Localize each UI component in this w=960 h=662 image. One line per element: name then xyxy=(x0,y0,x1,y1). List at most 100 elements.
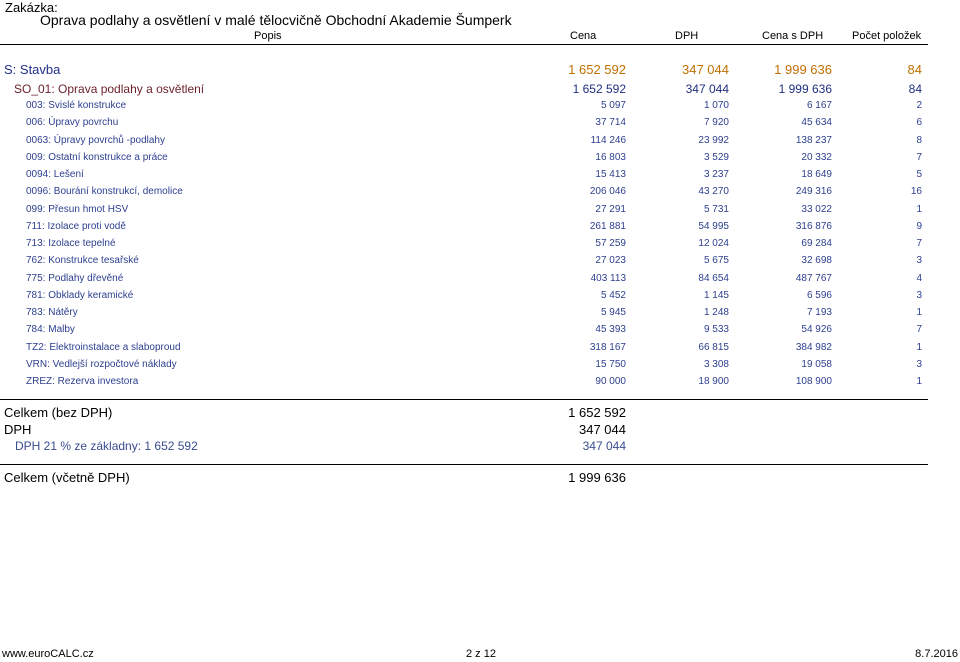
item-pocet: 5 xyxy=(916,169,922,180)
item-cena: 206 046 xyxy=(589,186,626,198)
item-cena-s-dph: 316 876 xyxy=(795,220,832,232)
item-row: 783: Nátěry 5 945 1 248 7 193 1 xyxy=(0,307,928,324)
item-cena: 27 023 xyxy=(595,255,626,267)
so-cena-s-dph: 1 999 636 xyxy=(778,82,832,96)
item-dph: 7 920 xyxy=(703,117,729,129)
column-header-cena: Cena xyxy=(570,30,597,42)
item-row: 775: Podlahy dřevěné 403 113 84 654 487 767… xyxy=(0,273,928,290)
item-cena-s-dph: 20 332 xyxy=(801,151,832,163)
item-cena-s-dph: 45 634 xyxy=(801,117,832,129)
item-cena-s-dph: 138 237 xyxy=(795,134,832,146)
item-row: 0063: Úpravy povrchů -podlahy 114 246 23 9… xyxy=(0,135,928,152)
item-name: VRN: Vedlejší rozpočtové náklady xyxy=(26,358,177,370)
summary-divider xyxy=(0,399,928,400)
item-cena: 261 881 xyxy=(589,220,626,232)
item-dph: 5 731 xyxy=(703,203,729,215)
item-dph: 5 675 xyxy=(703,255,729,267)
so-name: SO_01: Oprava podlahy a osvětlení xyxy=(14,82,205,96)
so-row: SO_01: Oprava podlahy a osvětlení 1 652 … xyxy=(0,82,928,99)
item-cena-s-dph: 54 926 xyxy=(801,324,832,336)
so-dph: 347 044 xyxy=(685,82,729,96)
column-header-dph: DPH xyxy=(675,30,699,42)
item-pocet: 9 xyxy=(916,220,922,232)
item-row: 0094: Lešení 15 413 3 237 18 649 5 xyxy=(0,169,928,186)
item-name: 711: Izolace proti vodě xyxy=(26,220,126,232)
celkem-bez-dph-value: 1 652 592 xyxy=(568,405,626,420)
item-name: 762: Konstrukce tesařské xyxy=(26,255,139,267)
item-pocet: 3 xyxy=(916,289,922,301)
item-cena-s-dph: 33 022 xyxy=(801,203,832,215)
item-name: 006: Úpravy povrchu xyxy=(26,117,119,129)
item-pocet: 7 xyxy=(916,324,922,336)
item-dph: 84 654 xyxy=(698,272,729,284)
item-cena: 45 393 xyxy=(595,324,626,336)
item-name: ZREZ: Rezerva investora xyxy=(26,376,139,387)
stavba-name: S: Stavba xyxy=(4,62,61,77)
item-cena-s-dph: 18 649 xyxy=(801,169,832,180)
item-row: 006: Úpravy povrchu 37 714 7 920 45 634 6 xyxy=(0,117,928,134)
footer-site: www.euroCALC.cz xyxy=(2,648,94,660)
celkem-bez-dph-label: Celkem (bez DPH) xyxy=(4,405,113,420)
footer-date: 8.7.2016 xyxy=(915,648,958,660)
so-pocet: 84 xyxy=(908,82,922,96)
item-dph: 54 995 xyxy=(698,220,729,232)
item-row: 009: Ostatní konstrukce a práce 16 803 3 5… xyxy=(0,152,928,169)
item-dph: 3 529 xyxy=(703,151,729,163)
item-pocet: 1 xyxy=(916,203,922,215)
column-header-cena-s-dph: Cena s DPH xyxy=(762,30,824,42)
item-row: ZREZ: Rezerva investora 90 000 18 900 108 9… xyxy=(0,376,928,393)
item-row: TZ2: Elektroinstalace a slaboproud 318 16… xyxy=(0,342,928,359)
item-dph: 1 070 xyxy=(703,100,729,111)
item-cena: 37 714 xyxy=(595,117,626,129)
item-pocet: 3 xyxy=(916,358,922,370)
item-name: 784: Malby xyxy=(26,324,75,336)
item-cena-s-dph: 108 900 xyxy=(795,376,832,387)
item-cena: 15 750 xyxy=(595,358,626,370)
item-dph: 9 533 xyxy=(703,324,729,336)
item-pocet: 3 xyxy=(916,255,922,267)
item-row: 003: Svislé konstrukce 5 097 1 070 6 167 2 xyxy=(0,100,928,117)
stavba-pocet: 84 xyxy=(907,62,922,77)
document-title: Oprava podlahy a osvětlení v malé tělocv… xyxy=(40,12,512,28)
item-dph: 1 145 xyxy=(703,289,729,301)
item-pocet: 7 xyxy=(916,151,922,163)
celkem-vcetne-dph-value: 1 999 636 xyxy=(568,470,626,485)
item-cena-s-dph: 487 767 xyxy=(795,272,832,284)
stavba-cena-s-dph: 1 999 636 xyxy=(774,62,832,77)
item-name: TZ2: Elektroinstalace a slaboproud xyxy=(26,341,181,353)
item-pocet: 7 xyxy=(916,238,922,249)
item-cena-s-dph: 7 193 xyxy=(806,307,832,318)
celkem-vcetne-dph-label: Celkem (včetně DPH) xyxy=(4,470,130,485)
item-cena: 90 000 xyxy=(595,376,626,387)
item-name: 0063: Úpravy povrchů -podlahy xyxy=(26,134,165,146)
item-cena: 114 246 xyxy=(590,134,626,146)
item-row: VRN: Vedlejší rozpočtové náklady 15 750 3 … xyxy=(0,359,928,376)
item-pocet: 6 xyxy=(916,117,922,129)
item-name: 099: Přesun hmot HSV xyxy=(26,203,129,215)
footer-page-number: 2 z 12 xyxy=(466,648,496,660)
item-cena-s-dph: 384 982 xyxy=(795,341,832,353)
item-cena: 27 291 xyxy=(595,203,626,215)
item-dph: 3 237 xyxy=(703,169,729,180)
item-pocet: 1 xyxy=(916,376,922,387)
item-name: 009: Ostatní konstrukce a práce xyxy=(26,151,168,163)
item-cena-s-dph: 69 284 xyxy=(801,238,832,249)
item-cena: 403 113 xyxy=(590,272,626,284)
item-dph: 66 815 xyxy=(698,341,729,353)
item-cena: 15 413 xyxy=(595,169,626,180)
item-cena: 5 097 xyxy=(600,100,626,111)
item-pocet: 1 xyxy=(916,307,922,318)
item-pocet: 8 xyxy=(916,134,922,146)
item-name: 783: Nátěry xyxy=(26,307,78,318)
item-cena-s-dph: 19 058 xyxy=(801,358,832,370)
item-pocet: 2 xyxy=(916,100,922,111)
stavba-row: S: Stavba 1 652 592 347 044 1 999 636 84 xyxy=(0,62,928,79)
item-dph: 12 024 xyxy=(698,238,729,249)
item-pocet: 1 xyxy=(916,341,922,353)
item-name: 0094: Lešení xyxy=(26,169,84,180)
item-row: 713: Izolace tepelné 57 259 12 024 69 284 7 xyxy=(0,238,928,255)
item-name: 781: Obklady keramické xyxy=(26,289,134,301)
dph-value: 347 044 xyxy=(579,422,626,437)
dph-label: DPH xyxy=(4,422,32,437)
dph-base-label: DPH 21 % ze základny: 1 652 592 xyxy=(15,439,198,453)
